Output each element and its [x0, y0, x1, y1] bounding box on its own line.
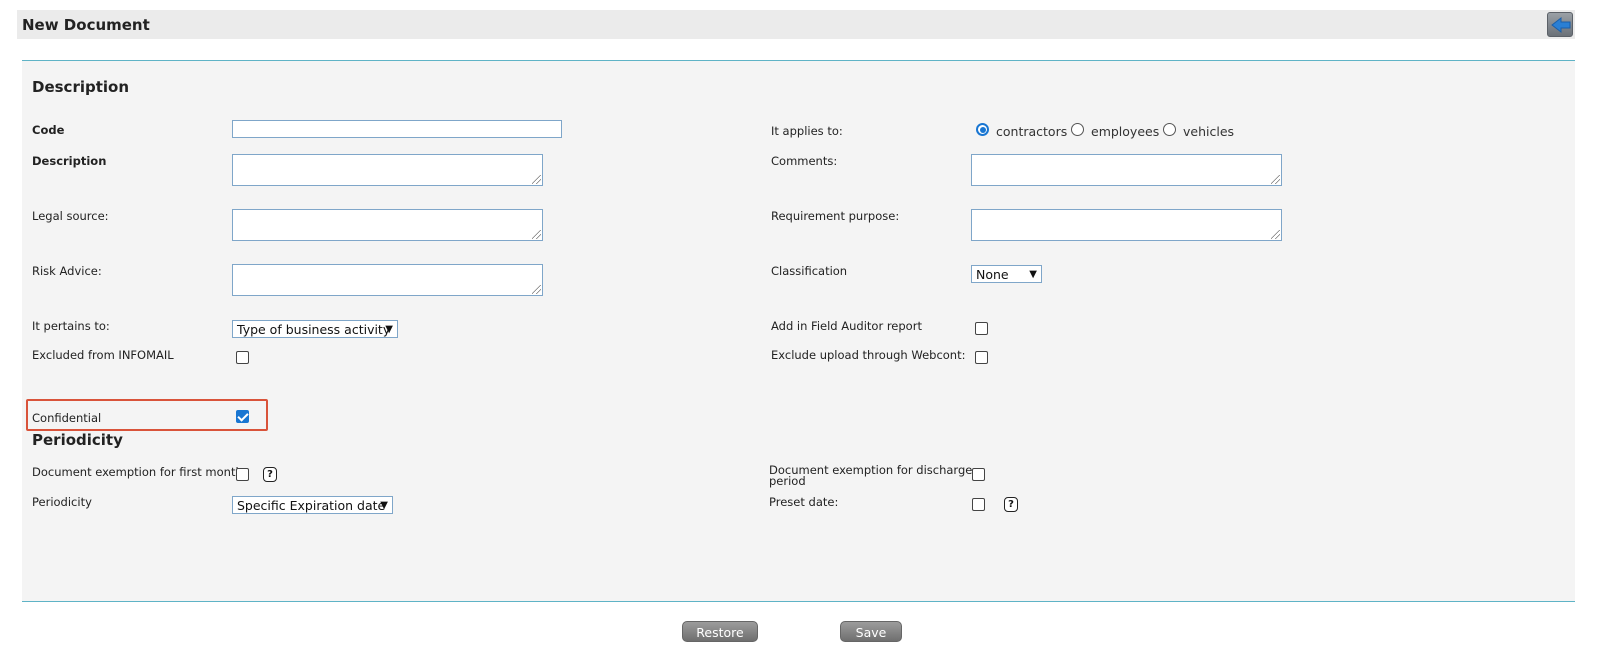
- help-icon[interactable]: ?: [1004, 497, 1018, 512]
- radio-contractors-label[interactable]: contractors: [996, 124, 1067, 139]
- code-label: Code: [32, 123, 65, 137]
- radio-employees-label[interactable]: employees: [1091, 124, 1159, 139]
- back-button[interactable]: [1547, 12, 1573, 37]
- code-input[interactable]: [232, 120, 562, 138]
- save-button[interactable]: Save: [840, 621, 902, 642]
- resize-grip-icon[interactable]: [1271, 230, 1280, 239]
- field-auditor-checkbox[interactable]: [975, 322, 988, 335]
- field-auditor-label: Add in Field Auditor report: [771, 319, 922, 333]
- excluded-infomail-label: Excluded from INFOMAIL: [32, 348, 174, 362]
- radio-vehicles[interactable]: [1163, 123, 1176, 136]
- radio-employees[interactable]: [1071, 123, 1084, 136]
- applies-label: It applies to:: [771, 124, 843, 138]
- chevron-down-icon: ▼: [380, 500, 388, 511]
- classification-value: None: [976, 267, 1009, 282]
- resize-grip-icon[interactable]: [532, 285, 541, 294]
- back-arrow-icon: [1551, 16, 1571, 34]
- discharge-checkbox[interactable]: [972, 468, 985, 481]
- periodicity-value: Specific Expiration date: [237, 498, 386, 513]
- preset-date-label: Preset date:: [769, 495, 839, 509]
- pertains-value: Type of business activity: [237, 322, 391, 337]
- exclude-webcont-label: Exclude upload through Webcont:: [771, 348, 966, 362]
- resize-grip-icon[interactable]: [532, 230, 541, 239]
- radio-vehicles-label[interactable]: vehicles: [1183, 124, 1234, 139]
- description-section-title: Description: [32, 78, 130, 96]
- legal-source-textarea[interactable]: [232, 209, 543, 241]
- requirement-purpose-textarea[interactable]: [971, 209, 1282, 241]
- resize-grip-icon[interactable]: [532, 175, 541, 184]
- exclude-webcont-checkbox[interactable]: [975, 351, 988, 364]
- comments-label: Comments:: [771, 154, 838, 168]
- classification-select[interactable]: None ▼: [971, 265, 1042, 283]
- chevron-down-icon: ▼: [1029, 269, 1037, 280]
- requirement-purpose-label: Requirement purpose:: [771, 209, 900, 223]
- help-icon[interactable]: ?: [263, 467, 277, 482]
- risk-advice-label: Risk Advice:: [32, 264, 102, 278]
- confidential-label: Confidential: [32, 411, 102, 425]
- excluded-infomail-checkbox[interactable]: [236, 351, 249, 364]
- page-title: New Document: [22, 16, 150, 34]
- first-month-checkbox[interactable]: [236, 468, 249, 481]
- chevron-down-icon: ▼: [385, 324, 393, 335]
- periodicity-select[interactable]: Specific Expiration date ▼: [232, 496, 393, 514]
- discharge-label-line2: period: [769, 474, 806, 488]
- periodicity-section-title: Periodicity: [32, 431, 123, 449]
- pertains-label: It pertains to:: [32, 319, 110, 333]
- confidential-checkbox[interactable]: [236, 410, 249, 423]
- title-bar: New Document: [17, 10, 1575, 39]
- radio-contractors[interactable]: [976, 123, 989, 136]
- risk-advice-textarea[interactable]: [232, 264, 543, 296]
- comments-textarea[interactable]: [971, 154, 1282, 186]
- resize-grip-icon[interactable]: [1271, 175, 1280, 184]
- preset-date-checkbox[interactable]: [972, 498, 985, 511]
- description-label: Description: [32, 154, 107, 168]
- first-month-label: Document exemption for first month: [32, 465, 243, 479]
- periodicity-label: Periodicity: [32, 495, 92, 509]
- discharge-label: Document exemption for discharge period: [769, 464, 972, 488]
- pertains-select[interactable]: Type of business activity ▼: [232, 320, 398, 338]
- description-textarea[interactable]: [232, 154, 543, 186]
- classification-label: Classification: [771, 264, 848, 278]
- legal-source-label: Legal source:: [32, 209, 109, 223]
- restore-button[interactable]: Restore: [682, 621, 758, 642]
